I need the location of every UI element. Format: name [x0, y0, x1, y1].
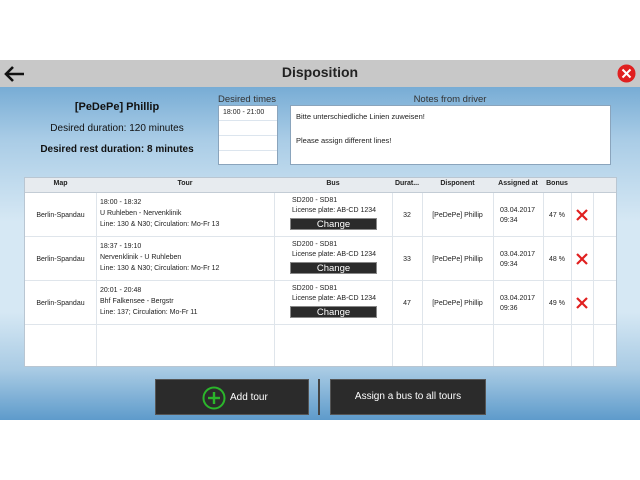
add-tour-button[interactable]: Add tour	[155, 379, 309, 415]
tour-table: Map Tour Bus Durat... Disponent Assigned…	[24, 177, 617, 367]
row-map: Berlin-Spandau	[36, 256, 85, 263]
row-assigned-time: 09:34	[500, 217, 518, 224]
delete-tour-icon[interactable]	[576, 297, 588, 309]
notes-from-driver: Bitte unterschiedliche Linien zuweisen! …	[290, 105, 611, 165]
row-tour-line: Line: 130 & N30; Circulation: Mo-Fr 12	[100, 265, 220, 272]
change-bus-button[interactable]: Change	[290, 218, 377, 230]
table-row[interactable]: Berlin-Spandau 18:00 - 18:32 U Ruhleben …	[25, 193, 616, 237]
row-assigned-time: 09:34	[500, 261, 518, 268]
desired-time-item[interactable]	[219, 136, 277, 151]
column-header-duration[interactable]: Durat...	[392, 180, 422, 187]
row-bus-plate: License plate: AB-CD 1234	[292, 207, 377, 214]
row-map: Berlin-Spandau	[36, 212, 85, 219]
add-tour-label: Add tour	[230, 392, 268, 403]
delete-tour-icon[interactable]	[576, 253, 588, 265]
change-bus-button[interactable]: Change	[290, 262, 377, 274]
row-bonus: 47 %	[549, 212, 565, 219]
column-header-bus[interactable]: Bus	[274, 180, 392, 187]
assign-bus-to-all-button[interactable]: Assign a bus to all tours	[330, 379, 486, 415]
window-title: Disposition	[281, 64, 359, 80]
row-bonus: 49 %	[549, 300, 565, 307]
close-icon[interactable]	[617, 64, 636, 83]
row-bus-plate: License plate: AB-CD 1234	[292, 295, 377, 302]
row-tour-route: U Ruhleben - Nervenklinik	[100, 210, 182, 217]
disposition-window: Disposition [PeDePe] Phillip Desired dur…	[0, 60, 640, 420]
change-bus-button[interactable]: Change	[290, 306, 377, 318]
desired-duration: Desired duration: 120 minutes	[50, 123, 184, 134]
notes-line-english: Please assign different lines!	[296, 136, 392, 145]
desired-time-item[interactable]	[219, 151, 277, 166]
desired-rest-duration: Desired rest duration: 8 minutes	[40, 144, 194, 155]
title-bar: Disposition	[0, 60, 640, 87]
driver-name: [PeDePe] Phillip	[74, 101, 160, 113]
notes-line-german: Bitte unterschiedliche Linien zuweisen!	[296, 112, 425, 121]
row-tour-line: Line: 137; Circulation: Mo-Fr 11	[100, 309, 198, 316]
table-row[interactable]: Berlin-Spandau 20:01 - 20:48 Bhf Falkens…	[25, 281, 616, 325]
row-tour-route: Bhf Falkensee - Bergstr	[100, 298, 174, 305]
column-header-disponent[interactable]: Disponent	[422, 180, 493, 187]
row-duration: 32	[403, 212, 411, 219]
desired-time-item[interactable]	[219, 121, 277, 136]
column-header-bonus[interactable]: Bonus	[543, 180, 571, 187]
row-duration: 47	[403, 300, 411, 307]
row-assigned-time: 09:36	[500, 305, 518, 312]
row-duration: 33	[403, 256, 411, 263]
row-map: Berlin-Spandau	[36, 300, 85, 307]
row-tour-route: Nervenklinik - U Ruhleben	[100, 254, 182, 261]
desired-times-label: Desired times	[217, 94, 277, 105]
column-header-assigned-at[interactable]: Assigned at	[493, 180, 543, 187]
row-disponent: [PeDePe] Phillip	[432, 212, 483, 219]
column-header-tour[interactable]: Tour	[96, 180, 274, 187]
row-disponent: [PeDePe] Phillip	[432, 256, 483, 263]
table-row[interactable]: Berlin-Spandau 18:37 - 19:10 Nervenklini…	[25, 237, 616, 281]
row-tour-line: Line: 130 & N30; Circulation: Mo-Fr 13	[100, 221, 220, 228]
row-tour-time: 18:37 - 19:10	[100, 243, 142, 250]
table-header: Map Tour Bus Durat... Disponent Assigned…	[25, 178, 616, 193]
desired-times-list[interactable]: 18:00 - 21:00	[218, 105, 278, 165]
row-bus-plate: License plate: AB-CD 1234	[292, 251, 377, 258]
row-tour-time: 20:01 - 20:48	[100, 287, 142, 294]
row-tour-time: 18:00 - 18:32	[100, 199, 142, 206]
row-bonus: 48 %	[549, 256, 565, 263]
delete-tour-icon[interactable]	[576, 209, 588, 221]
notes-label: Notes from driver	[413, 94, 487, 105]
desired-time-item[interactable]: 18:00 - 21:00	[219, 106, 277, 121]
row-disponent: [PeDePe] Phillip	[432, 300, 483, 307]
button-divider	[318, 379, 320, 415]
plus-circle-icon	[202, 386, 226, 410]
column-header-map[interactable]: Map	[25, 180, 96, 187]
